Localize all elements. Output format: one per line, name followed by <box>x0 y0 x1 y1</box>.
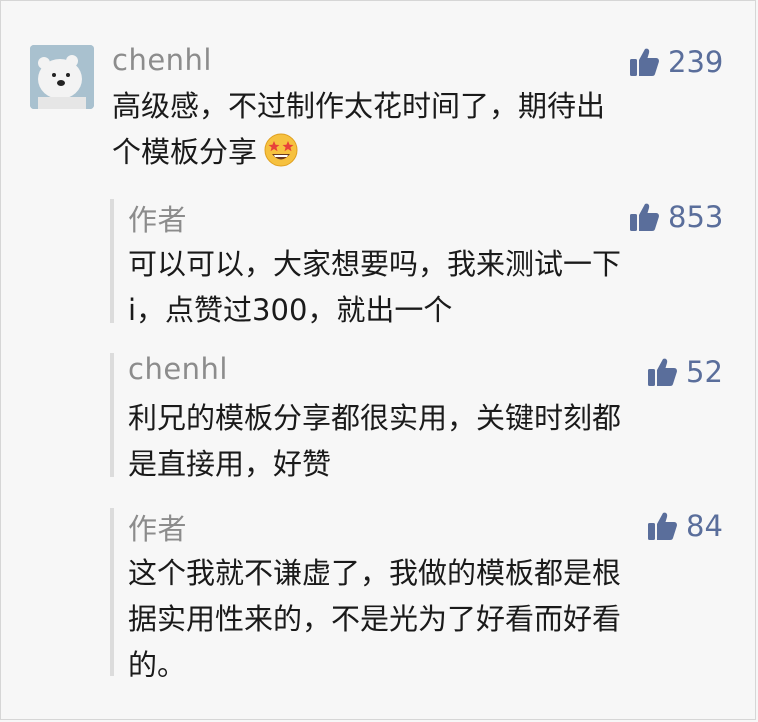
comment-line-with-emoji: 个模板分享 <box>112 129 605 181</box>
comment-line: 高级感，不过制作太花时间了，期待出 <box>112 89 606 123</box>
comment-like-button[interactable]: 239 <box>628 45 723 79</box>
thumbs-up-icon <box>646 510 678 542</box>
reply-text: 利兄的模板分享都很实用，关键时刻都 是直接用，好赞 <box>128 395 621 487</box>
like-count: 52 <box>686 355 723 389</box>
reply-line: 可以可以，大家想要吗，我来测试一下 <box>128 247 622 281</box>
reply-line: 据实用性来的，不是光为了好看而好看 <box>128 602 622 636</box>
reply-line: 的。 <box>128 648 187 682</box>
avatar[interactable] <box>30 45 94 109</box>
reply-indent-bar <box>110 199 114 323</box>
reply-indent-bar <box>110 508 114 676</box>
thumbs-up-icon <box>628 201 660 233</box>
reply-author[interactable]: chenhl <box>128 352 228 386</box>
like-count: 84 <box>686 509 723 543</box>
star-struck-emoji-icon <box>263 132 299 181</box>
reply-line: i，点赞过300，就出一个 <box>128 293 453 327</box>
reply-text: 可以可以，大家想要吗，我来测试一下 i，点赞过300，就出一个 <box>128 241 621 333</box>
reply-author[interactable]: 作者 <box>128 197 187 239</box>
comment-author[interactable]: chenhl <box>112 43 212 77</box>
reply-like-button[interactable]: 84 <box>646 509 723 543</box>
reply-line: 利兄的模板分享都很实用，关键时刻都 <box>128 401 622 435</box>
thumbs-up-icon <box>646 356 678 388</box>
reply-text: 这个我就不谦虚了，我做的模板都是根 据实用性来的，不是光为了好看而好看 的。 <box>128 550 621 688</box>
comment-text: 高级感，不过制作太花时间了，期待出 个模板分享 <box>112 83 605 181</box>
reply-indent-bar <box>110 353 114 477</box>
comments-panel: chenhl 239 高级感，不过制作太花时间了，期待出 个模板分享 作者 85… <box>0 0 756 720</box>
reply-author[interactable]: 作者 <box>128 506 187 548</box>
like-count: 853 <box>668 200 724 234</box>
thumbs-up-icon <box>628 46 660 78</box>
like-count: 239 <box>668 45 724 79</box>
reply-like-button[interactable]: 52 <box>646 355 723 389</box>
reply-line: 是直接用，好赞 <box>128 447 332 481</box>
reply-like-button[interactable]: 853 <box>628 200 723 234</box>
reply-line: 这个我就不谦虚了，我做的模板都是根 <box>128 556 622 590</box>
